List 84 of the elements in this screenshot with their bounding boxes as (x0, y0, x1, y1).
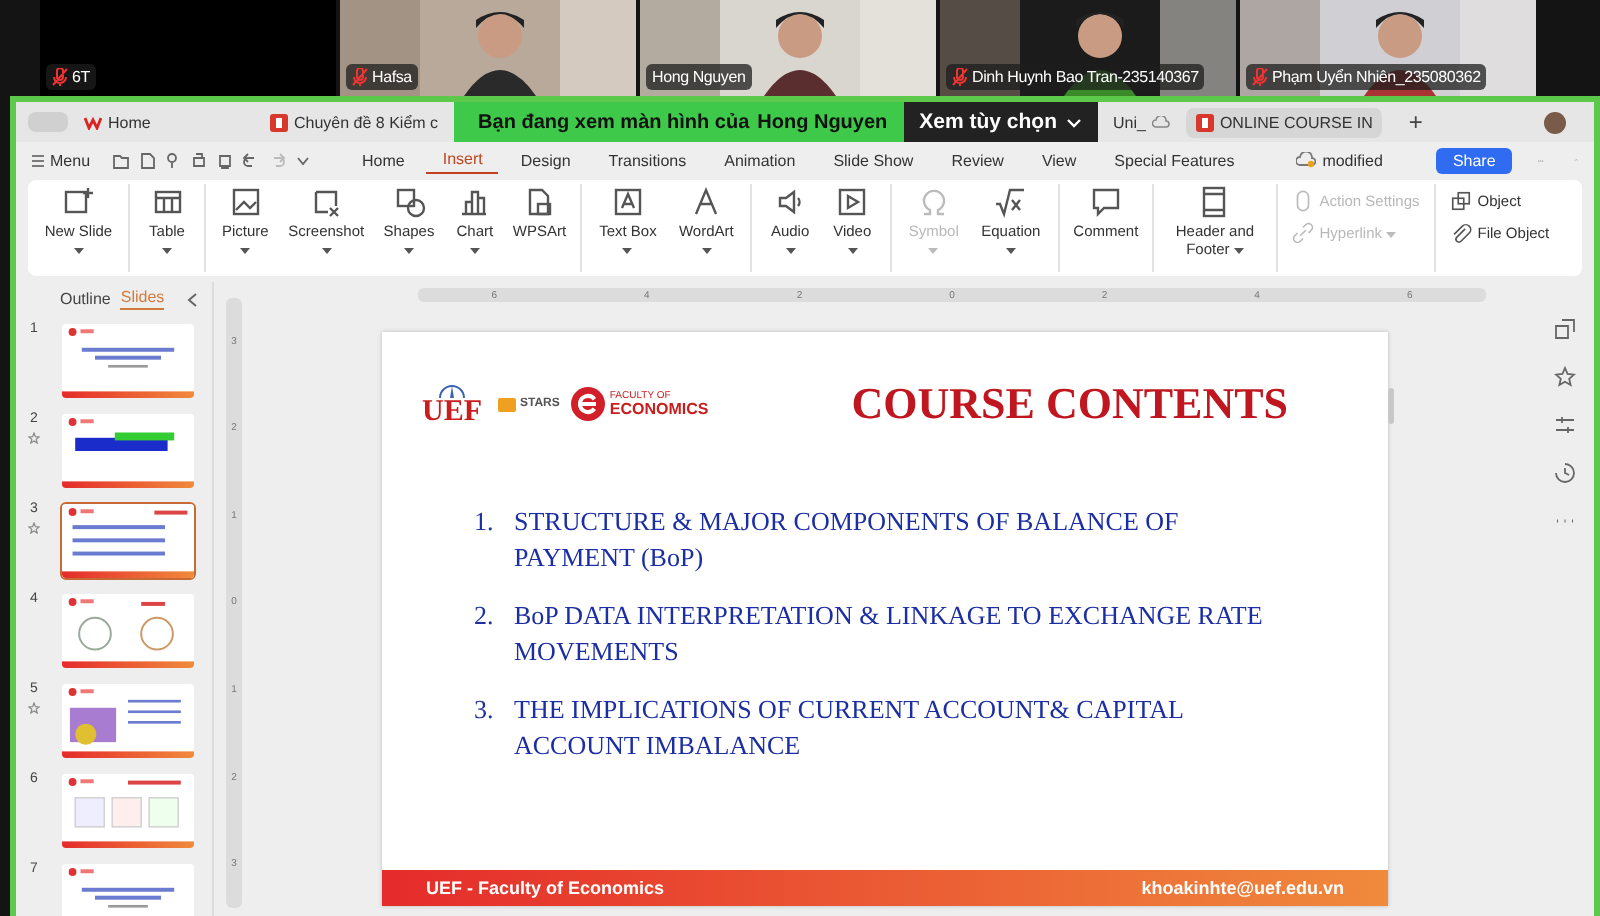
slide-title: COURSE CONTENTS (851, 378, 1288, 430)
wps-logo-icon (84, 115, 102, 129)
slide-thumbnail[interactable] (60, 502, 196, 580)
participant-name: Dinh Huynh Bao Tran-235140367 (972, 68, 1199, 86)
link-icon (1291, 222, 1314, 244)
faculty-logo-icon (569, 386, 606, 422)
footer-text: UEF - Faculty of Economics (426, 878, 665, 898)
document-tab[interactable]: Uni_ (1103, 107, 1180, 137)
ribbon-tab[interactable]: Transitions (592, 147, 703, 173)
file-icon[interactable] (138, 151, 157, 169)
star-icon[interactable] (1553, 366, 1575, 388)
paperclip-icon (1449, 222, 1472, 244)
omega-icon (917, 186, 950, 218)
participant-name: Phạm Uyển Nhiên_235080362 (1272, 68, 1481, 86)
ribbon-tab[interactable]: Design (504, 147, 587, 173)
folder-icon[interactable] (112, 151, 131, 169)
slide-thumbnail[interactable] (60, 412, 196, 490)
object-icon (1449, 190, 1472, 212)
history-icon[interactable] (1553, 462, 1575, 484)
menu-icon (32, 153, 44, 167)
wpsart-icon (523, 186, 556, 218)
muted-microphone-icon (52, 68, 68, 86)
new-tab-button[interactable]: + (1408, 108, 1423, 136)
audio-icon (774, 186, 807, 218)
footer-email: khoakinhte@uef.edu.vn (1141, 878, 1344, 898)
slide-thumbnail[interactable] (60, 592, 196, 670)
muted-microphone-icon (1252, 68, 1268, 86)
menu-button[interactable]: Menu (32, 151, 91, 169)
copy-icon[interactable] (1553, 318, 1575, 340)
list-number: 2. (474, 598, 496, 635)
document-tab[interactable]: ONLINE COURSE IN (1185, 107, 1383, 137)
document-tab[interactable]: Home (74, 107, 254, 137)
list-item: STRUCTURE & MAJOR COMPONENTS OF BALANCE OF PAYMENT (BoP) (514, 504, 1181, 575)
video-icon (836, 186, 869, 218)
ribbon-tab[interactable]: Special Features (1098, 147, 1251, 173)
share-button[interactable]: Share (1436, 147, 1512, 173)
cloud-icon (1151, 116, 1170, 128)
wordart-icon (690, 186, 723, 218)
scrollbar[interactable] (1388, 388, 1394, 424)
participant-name: Hafsa (372, 68, 412, 86)
screenshot-icon (310, 186, 343, 218)
ribbon-tab[interactable]: View (1025, 147, 1093, 173)
table-icon (151, 186, 183, 218)
square-root-icon (994, 186, 1027, 218)
collapse-panel-icon[interactable] (186, 291, 199, 307)
shapes-icon (393, 186, 425, 218)
ribbon-tab[interactable]: Animation (708, 147, 812, 173)
header-footer-icon (1198, 186, 1231, 218)
slide-thumbnail[interactable] (60, 772, 196, 850)
slide-thumbnail[interactable] (60, 682, 196, 760)
participant-name: 6T (72, 68, 90, 86)
print-preview-icon[interactable] (216, 151, 235, 169)
slide-thumbnail[interactable] (60, 322, 196, 400)
ribbon-tab[interactable]: Slide Show (817, 147, 930, 173)
chevron-down-icon (1065, 117, 1081, 127)
ribbon-tab[interactable]: Home (346, 147, 421, 173)
user-avatar[interactable] (1544, 111, 1566, 133)
list-item: THE IMPLICATIONS OF CURRENT ACCOUNT& CAPITAL ACCOUNT IMBALANCE (514, 692, 1185, 763)
list-number: 3. (474, 692, 496, 729)
print-icon[interactable] (190, 151, 209, 169)
sliders-icon[interactable] (1553, 414, 1575, 436)
chart-icon (458, 186, 491, 218)
screen-share-banner: Bạn đang xem màn hình của Hong Nguyen (454, 102, 904, 142)
ribbon-tab[interactable]: Insert (426, 146, 499, 174)
pin-icon[interactable] (164, 151, 183, 169)
logo-wordmark: ECONOMICS (609, 401, 709, 417)
picture-icon (229, 186, 262, 218)
new-slide-icon (62, 186, 95, 218)
document-tab[interactable]: Chuyên đề 8 Kiểm c (260, 107, 449, 137)
text-box-icon (611, 186, 644, 218)
presentation-file-icon (270, 113, 288, 131)
panel-tab[interactable]: Outline (60, 289, 111, 309)
list-item: BoP DATA INTERPRETATION & LINKAGE TO EXCHANGE RATE MOVEMENTS (514, 598, 1265, 669)
participant-name: Hong Nguyen (652, 68, 746, 86)
university-logo: UEF (422, 380, 482, 428)
cloud-sync-icon (1296, 152, 1317, 168)
muted-microphone-icon (352, 68, 368, 86)
presentation-file-icon (1195, 113, 1214, 131)
view-options-button[interactable]: Xem tùy chọn (903, 102, 1097, 142)
comment-icon (1089, 186, 1122, 218)
ribbon-tab[interactable]: Review (935, 147, 1020, 173)
list-number: 1. (474, 504, 496, 540)
muted-microphone-icon (952, 68, 968, 86)
save-status: modified (1322, 151, 1383, 169)
